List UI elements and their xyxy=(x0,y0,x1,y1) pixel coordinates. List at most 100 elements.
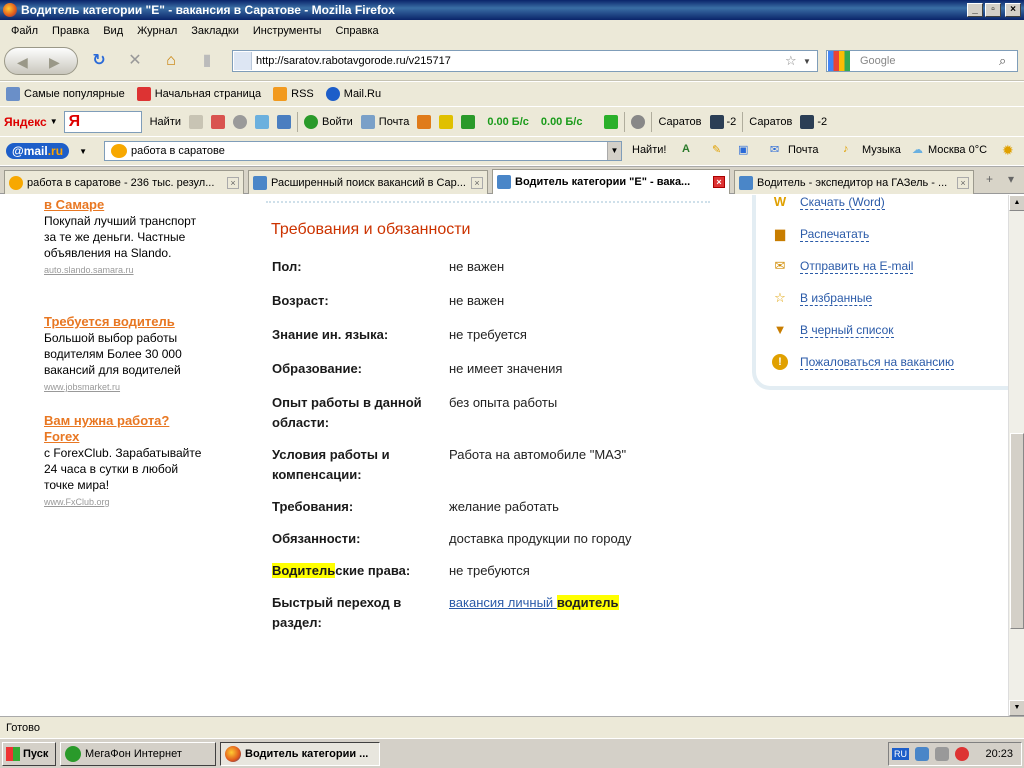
mailru-music-button[interactable]: Музыка xyxy=(862,144,901,156)
bookmark-home-page[interactable]: Начальная страница xyxy=(136,87,261,101)
yandex-logo[interactable]: Яндекс xyxy=(4,115,47,129)
menu-bookmarks[interactable]: Закладки xyxy=(184,25,246,37)
action-favorite[interactable]: ☆ В избранные xyxy=(772,290,873,306)
requirement-value: Работа на автомобиле "МАЗ" xyxy=(449,447,627,462)
menu-file[interactable]: Файл xyxy=(4,25,45,37)
yandex-login-button[interactable]: Войти xyxy=(322,116,353,128)
tab-driver-gazelle[interactable]: Водитель - экспедитор на ГАЗель - ... × xyxy=(734,170,974,194)
ad-source-link[interactable]: www.FxClub.org xyxy=(44,494,204,510)
gear-icon[interactable] xyxy=(631,114,646,129)
search-engine-icon[interactable] xyxy=(828,51,850,71)
ad-title-link[interactable]: Требуется водитель xyxy=(44,314,204,330)
comment-icon[interactable] xyxy=(233,114,247,129)
requirement-value: доставка продукции по городу xyxy=(449,531,632,546)
favorites-star-icon[interactable] xyxy=(439,114,454,129)
search-icon[interactable]: ⌕ xyxy=(999,53,1017,69)
action-blacklist[interactable]: ▼ В черный список xyxy=(772,322,894,338)
tab-close-icon[interactable]: × xyxy=(471,176,483,189)
taskbar-app-megafon[interactable]: МегаФон Интернет xyxy=(60,741,216,766)
tab-scroll-icon[interactable]: + xyxy=(986,172,993,186)
menu-help[interactable]: Справка xyxy=(328,25,385,37)
mailru-search-input[interactable]: работа в саратове ▼ xyxy=(104,141,622,161)
menu-tools[interactable]: Инструменты xyxy=(246,25,329,37)
url-text[interactable]: http://saratov.rabotavgorode.ru/v215717 xyxy=(256,55,785,67)
ad-source-link[interactable]: auto.slando.samara.ru xyxy=(44,262,204,278)
ad-block: Требуется водитель Большой выбор работы … xyxy=(44,314,204,395)
action-download-word[interactable]: W Скачать (Word) xyxy=(772,195,885,210)
tab-close-icon[interactable]: × xyxy=(713,176,725,188)
stop-icon[interactable]: ✕ xyxy=(126,52,144,70)
yandex-menu-icon[interactable]: ▼ xyxy=(50,117,58,126)
ad-source-link[interactable]: www.jobsmarket.ru xyxy=(44,379,204,395)
mailru-logo[interactable]: @mail.ru xyxy=(6,143,70,159)
menu-history[interactable]: Журнал xyxy=(130,25,184,37)
minimize-button[interactable]: _ xyxy=(967,3,983,17)
mail-icon xyxy=(360,114,375,129)
search-box[interactable]: Google ⌕ xyxy=(826,50,1018,72)
bookmark-rss[interactable]: RSS xyxy=(273,87,314,101)
volume-icon[interactable] xyxy=(935,747,949,761)
cart-icon[interactable] xyxy=(417,114,432,129)
antivirus-icon[interactable] xyxy=(955,747,969,761)
maximize-button[interactable]: ▫ xyxy=(985,3,1001,17)
star-icon: ☆ xyxy=(774,290,786,305)
menu-edit[interactable]: Правка xyxy=(45,25,96,37)
highlight-icon[interactable]: ✎ xyxy=(712,143,721,156)
ad-text: Покупай лучший транспорт за те же деньги… xyxy=(44,214,197,260)
bookmark-mailru[interactable]: Mail.Ru xyxy=(325,87,381,101)
scroll-down-icon[interactable]: ▼ xyxy=(1009,700,1024,716)
back-arrow-icon[interactable]: ◀ xyxy=(17,54,28,71)
tab-close-icon[interactable]: × xyxy=(957,176,969,189)
weather-city[interactable]: Саратов xyxy=(658,116,701,128)
dropdown-icon[interactable]: ▼ xyxy=(607,142,621,160)
forward-arrow-icon[interactable]: ▶ xyxy=(49,54,60,71)
vertical-scrollbar[interactable]: ▲ ▼ xyxy=(1008,195,1024,716)
scroll-up-icon[interactable]: ▲ xyxy=(1009,195,1024,211)
settings-gear-icon[interactable]: ✹ xyxy=(1002,142,1014,159)
search-input[interactable]: Google xyxy=(850,55,999,67)
home-icon[interactable]: ⌂ xyxy=(162,52,180,70)
reload-icon[interactable]: ↻ xyxy=(90,52,108,70)
language-indicator[interactable]: RU xyxy=(892,748,909,760)
tab-advanced-search[interactable]: Расширенный поиск вакансий в Сар... × xyxy=(248,170,488,194)
pencil-icon[interactable] xyxy=(211,114,225,129)
site-identity-icon[interactable] xyxy=(234,52,252,70)
tab-list-icon[interactable]: ▾ xyxy=(1008,172,1014,186)
yandex-search-input[interactable]: Я xyxy=(63,110,142,133)
action-complain[interactable]: ! Пожаловаться на вакансию xyxy=(772,354,954,370)
mailru-weather[interactable]: Москва 0°C xyxy=(928,144,987,156)
screen-icon[interactable]: ▣ xyxy=(738,143,748,156)
back-forward-buttons[interactable]: ◀ ▶ xyxy=(4,47,78,75)
mailru-menu-icon[interactable]: ▼ xyxy=(79,147,87,156)
network-icon[interactable] xyxy=(915,747,929,761)
tab-current-vacancy[interactable]: Водитель категории "Е" - вака... × xyxy=(492,169,730,194)
yandex-find-button[interactable]: Найти xyxy=(150,116,181,128)
check-icon[interactable] xyxy=(255,114,269,129)
font-size-icon[interactable]: A xyxy=(682,143,690,155)
mailru-find-button[interactable]: Найти! xyxy=(632,144,666,156)
url-dropdown-icon[interactable]: ▼ xyxy=(803,57,817,66)
action-print[interactable]: ▆ Распечатать xyxy=(772,226,870,242)
status-text: Готово xyxy=(6,722,40,734)
print-icon[interactable] xyxy=(277,114,291,129)
scroll-thumb[interactable] xyxy=(1010,433,1024,629)
app-icon[interactable] xyxy=(461,114,476,129)
menu-view[interactable]: Вид xyxy=(96,25,130,37)
close-button[interactable]: × xyxy=(1005,3,1021,17)
ad-title-link[interactable]: Вам нужна работа? Forex xyxy=(44,413,204,445)
weather-city-2[interactable]: Саратов xyxy=(749,116,792,128)
bookmark-most-visited[interactable]: Самые популярные xyxy=(6,87,125,101)
quick-link[interactable]: вакансия личный водитель xyxy=(449,593,729,613)
taskbar-app-firefox[interactable]: Водитель категории ... xyxy=(220,741,380,766)
yandex-mail-button[interactable]: Почта xyxy=(379,116,410,128)
site-favicon xyxy=(253,175,267,190)
address-bar[interactable]: http://saratov.rabotavgorode.ru/v215717 … xyxy=(232,50,818,72)
ad-title-link[interactable]: в Самаре xyxy=(44,197,204,213)
start-button[interactable]: Пуск xyxy=(2,741,56,766)
play-icon[interactable] xyxy=(604,114,619,129)
action-email[interactable]: ✉ Отправить на E-mail xyxy=(772,258,914,274)
tab-search-results[interactable]: работа в саратове - 236 тыс. резул... × xyxy=(4,170,244,194)
bookmark-star-icon[interactable]: ☆ xyxy=(785,53,803,69)
tab-close-icon[interactable]: × xyxy=(227,176,239,189)
mailru-mail-button[interactable]: Почта xyxy=(788,144,819,156)
